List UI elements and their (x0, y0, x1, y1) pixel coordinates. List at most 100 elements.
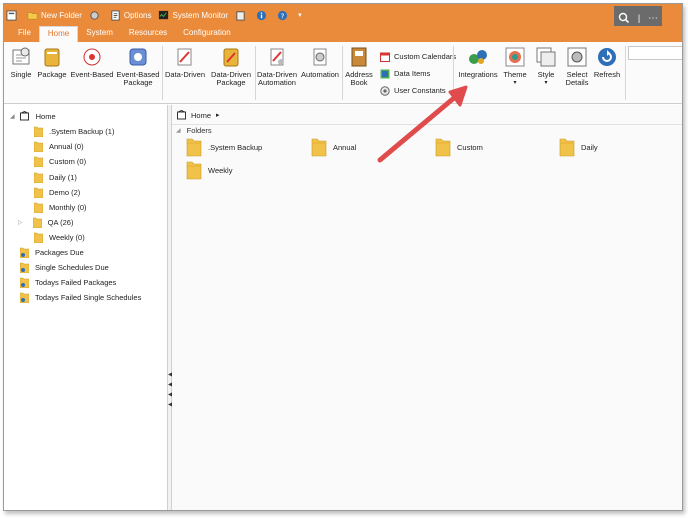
theme-dropdown-arrow[interactable]: ▾ (502, 79, 528, 87)
section-collapse-icon[interactable]: ◢ (176, 127, 181, 134)
expand-icon[interactable]: ▷ (18, 219, 23, 226)
style-label: Style (537, 70, 555, 79)
tree-item-todays-failed-packages[interactable]: Todays Failed Packages (20, 276, 116, 288)
theme-label: Theme (503, 70, 527, 79)
event-based-package-button[interactable]: Event-Based Package (116, 46, 160, 87)
tools-button[interactable] (89, 10, 103, 21)
address-book-button[interactable]: Address Book (344, 46, 374, 87)
select-details-icon (567, 47, 587, 67)
folder-annual[interactable]: Annual (311, 137, 356, 157)
tab-resources[interactable]: Resources (121, 26, 175, 42)
folder-label: Daily (581, 142, 598, 152)
help-button[interactable]: ? (277, 10, 291, 21)
tree-item-packages-due[interactable]: Packages Due (20, 246, 84, 258)
tab-system[interactable]: System (78, 26, 121, 42)
folder-label: .System Backup (208, 142, 263, 152)
data-items-button[interactable]: Data Items (380, 65, 456, 82)
tab-home[interactable]: Home (38, 26, 79, 42)
custom-calendars-label: Custom Calendars (394, 52, 457, 61)
folder-icon (559, 138, 575, 157)
data-items-label: Data Items (394, 69, 431, 78)
tree-item-demo[interactable]: Demo (2) (34, 186, 80, 198)
section-divider (172, 124, 682, 125)
package-label: Package (37, 70, 67, 79)
tree-item-annual[interactable]: Annual (0) (34, 140, 84, 152)
new-folder-label: New Folder (41, 10, 82, 20)
collapse-icon[interactable]: ◢ (10, 113, 15, 120)
tree-item-system-backup[interactable]: .System Backup (1) (34, 125, 114, 137)
tree-item-weekly[interactable]: Weekly (0) (34, 231, 85, 243)
tree-root-home[interactable]: ◢ Home (10, 110, 56, 122)
tree-item-custom[interactable]: Custom (0) (34, 155, 86, 167)
tree-item-monthly[interactable]: Monthly (0) (34, 201, 87, 213)
data-driven-automation-button[interactable]: Data-Driven Automation (255, 46, 299, 87)
ribbon-small-group: Custom Calendars Data Items User Constan… (380, 48, 456, 99)
home-icon (177, 110, 186, 120)
ribbon-separator (625, 46, 626, 100)
folder-system-backup[interactable]: .System Backup (186, 137, 262, 157)
event-based-button[interactable]: Event-Based (70, 46, 114, 79)
breadcrumb-home[interactable]: Home (191, 111, 211, 120)
ribbon-separator (342, 46, 343, 100)
data-driven-button[interactable]: Data-Driven (165, 46, 205, 79)
automation-label: Automation (301, 70, 339, 79)
svg-text:?: ? (281, 11, 285, 20)
quick-access-toolbar: New Folder Options System Monitor ? ▾ (6, 4, 309, 26)
options-button[interactable]: Options (110, 9, 151, 21)
options-icon (111, 9, 120, 21)
data-items-icon (380, 69, 390, 78)
folder-daily[interactable]: Daily (559, 137, 598, 157)
package-button[interactable]: Package (37, 46, 67, 79)
theme-button[interactable]: Theme ▾ (502, 46, 528, 87)
integrations-icon (469, 50, 487, 64)
folder-custom[interactable]: Custom (435, 137, 483, 157)
system-monitor-button[interactable]: System Monitor (158, 10, 228, 21)
automation-button[interactable]: Automation (300, 46, 340, 79)
tab-configuration[interactable]: Configuration (175, 26, 239, 42)
new-folder-icon (27, 11, 38, 19)
refresh-button[interactable]: Refresh (592, 46, 622, 79)
style-dropdown-arrow[interactable]: ▾ (533, 79, 559, 87)
tree-item-single-schedules-due[interactable]: Single Schedules Due (20, 261, 109, 273)
data-driven-automation-icon (270, 48, 284, 66)
style-button[interactable]: Style ▾ (533, 46, 559, 87)
tree-item-qa[interactable]: ▷ QA (26) (18, 216, 73, 228)
custom-calendars-button[interactable]: Custom Calendars (380, 48, 456, 65)
folder-label: Annual (333, 142, 357, 152)
clipboard-button[interactable] (235, 10, 249, 21)
tree-item-todays-failed-single-schedules[interactable]: Todays Failed Single Schedules (20, 291, 141, 303)
user-constants-icon (380, 85, 390, 96)
app-icon[interactable] (6, 9, 20, 21)
select-details-button[interactable]: Select Details (564, 46, 590, 87)
search-input[interactable] (628, 46, 682, 60)
tree-item-label: Daily (1) (49, 172, 77, 182)
zoom-icon[interactable] (618, 12, 630, 24)
event-based-label: Event-Based (70, 70, 114, 79)
refresh-icon (598, 48, 616, 66)
user-constants-button[interactable]: User Constants (380, 82, 456, 99)
refresh-label: Refresh (593, 70, 621, 79)
info-button[interactable] (256, 10, 270, 21)
folder-tree: ◢ Home .System Backup (1) Annual (0) Cus… (4, 105, 168, 510)
clipboard-icon (236, 10, 245, 21)
tab-file[interactable]: File (10, 26, 39, 42)
user-constants-label: User Constants (394, 86, 446, 95)
new-folder-button[interactable]: New Folder (27, 10, 82, 21)
ribbon-tabs: File Home System Resources Configuration (4, 26, 682, 42)
breadcrumb-chevron-icon[interactable]: ▸ (216, 111, 220, 119)
folder-icon (34, 141, 43, 152)
folder-weekly[interactable]: Weekly (186, 160, 232, 180)
smart-folder-icon (20, 247, 29, 258)
window-separator: | (637, 13, 641, 23)
data-driven-package-button[interactable]: Data-Driven Package (209, 46, 253, 87)
more-icon[interactable]: ⋯ (648, 13, 658, 24)
folder-icon (435, 138, 451, 157)
customize-dropdown[interactable]: ▾ (298, 11, 302, 19)
folder-label: Weekly (208, 165, 233, 175)
integrations-button[interactable]: Integrations (456, 46, 500, 79)
info-icon (256, 10, 267, 20)
tree-item-daily[interactable]: Daily (1) (34, 171, 77, 183)
help-icon: ? (277, 10, 288, 20)
single-button[interactable]: Single (7, 46, 35, 79)
app-window: New Folder Options System Monitor ? ▾ | … (3, 3, 683, 511)
